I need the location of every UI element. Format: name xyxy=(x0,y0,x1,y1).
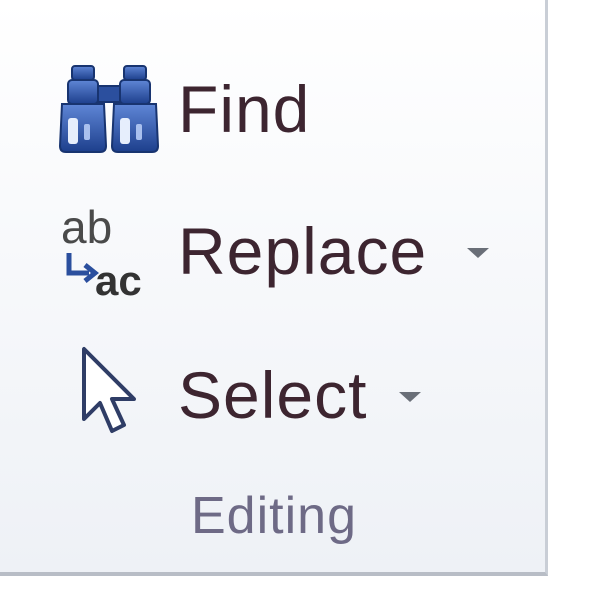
cursor-arrow-icon xyxy=(50,340,170,450)
find-label: Find xyxy=(178,72,311,146)
replace-icon-from-text: ab xyxy=(61,201,112,253)
group-title: Editing xyxy=(191,487,357,545)
select-button[interactable]: Select xyxy=(50,340,422,450)
select-label: Select xyxy=(178,358,368,432)
replace-dropdown-arrow-icon[interactable] xyxy=(467,248,490,258)
replace-label: Replace xyxy=(178,214,428,288)
find-button[interactable]: Find xyxy=(50,54,310,164)
binoculars-icon xyxy=(50,54,170,164)
replace-button[interactable]: ab ac Replace xyxy=(50,196,490,306)
ribbon-group-editing: Find ab ac Replace Select Editing xyxy=(0,0,548,576)
select-dropdown-arrow-icon[interactable] xyxy=(399,392,422,402)
replace-ab-ac-icon: ab ac xyxy=(50,196,170,306)
